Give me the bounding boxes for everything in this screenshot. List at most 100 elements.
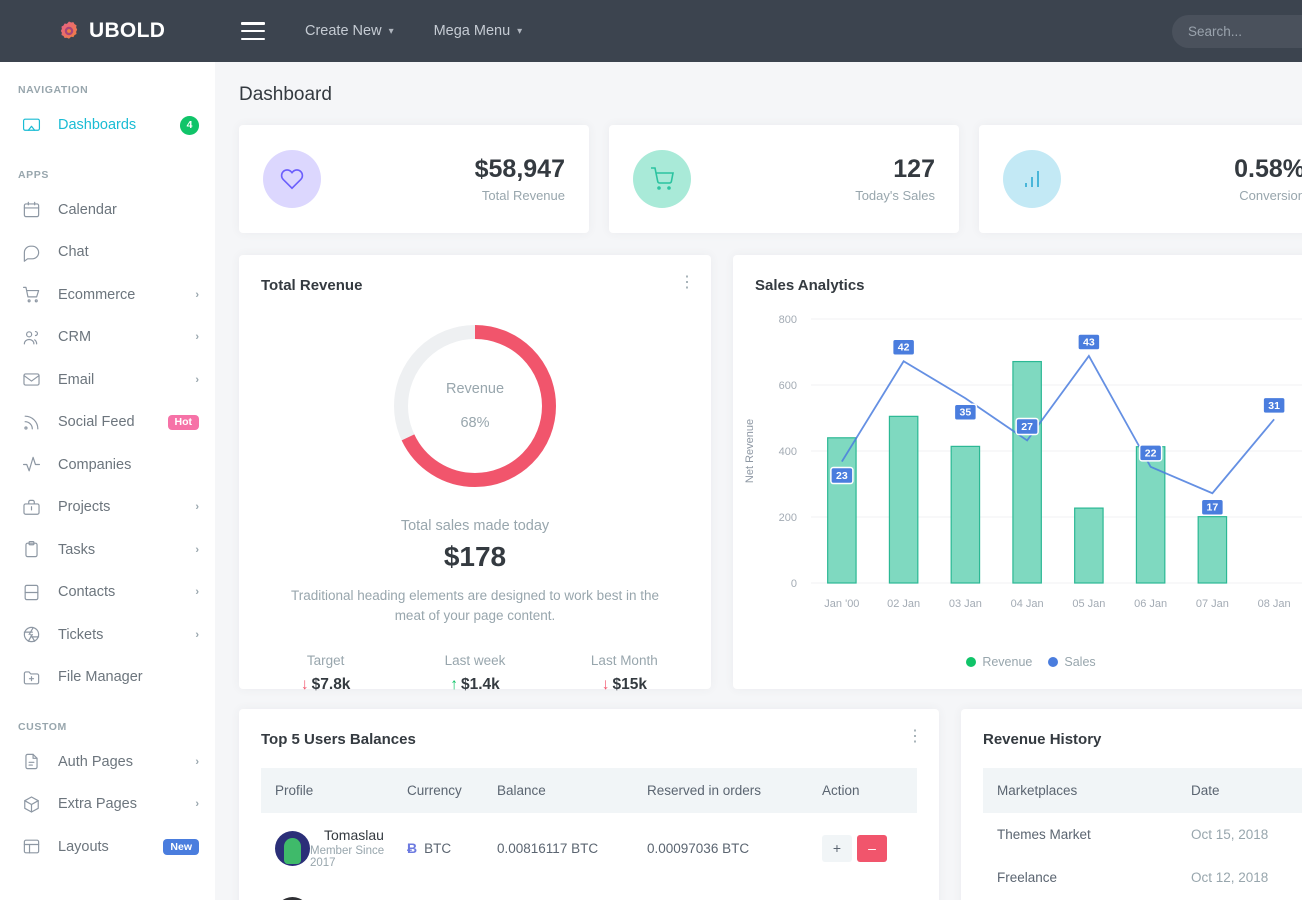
sidebar-item-label: Companies (58, 457, 199, 473)
stat-label: Last Month (550, 653, 699, 668)
sidebar-item-tickets[interactable]: Tickets› (0, 614, 215, 657)
revenue-stat-last-week: Last week ↑$1.4k (400, 653, 549, 694)
balance-value: 3.16117008 ETH (497, 883, 647, 900)
marketplace-name: Freelance (983, 856, 1177, 899)
chevron-right-icon: › (195, 331, 199, 343)
search-box[interactable] (1172, 15, 1302, 48)
stat-label: Today's Sales (855, 188, 935, 203)
sidebar-item-tasks[interactable]: Tasks› (0, 529, 215, 572)
chevron-down-icon: ▾ (517, 26, 522, 37)
topnav-mega-menu-label: Mega Menu (434, 23, 511, 39)
svg-text:0: 0 (791, 578, 797, 590)
card-menu-icon[interactable]: ⋮ (907, 731, 919, 742)
svg-text:27: 27 (1021, 421, 1033, 433)
sidebar-item-calendar[interactable]: Calendar (0, 189, 215, 232)
sales-subtitle: Total sales made today (239, 518, 711, 534)
card-title: Top 5 Users Balances (239, 709, 939, 748)
topnav-mega-menu[interactable]: Mega Menu ▾ (434, 23, 523, 39)
menu-toggle-icon[interactable] (241, 22, 265, 40)
svg-text:Net Revenue: Net Revenue (744, 419, 756, 483)
cart-icon (633, 150, 691, 208)
arrow-up-icon: ↑ (450, 676, 458, 693)
sidebar-section-title: APPS (0, 147, 215, 189)
svg-text:Jan '00: Jan '00 (824, 598, 859, 610)
stat-value: 0.58% (1234, 155, 1302, 184)
stat-card-todays-sales: 127 Today's Sales (609, 125, 959, 233)
sidebar-item-companies[interactable]: Companies (0, 444, 215, 487)
sidebar-item-projects[interactable]: Projects› (0, 486, 215, 529)
legend-item-revenue[interactable]: Revenue (966, 655, 1032, 669)
reserved-value: 1.70360009 ETH (647, 883, 822, 900)
package-icon (22, 795, 41, 814)
page-title: Dashboard (215, 62, 1302, 106)
chevron-right-icon: › (195, 756, 199, 768)
remove-button[interactable]: – (857, 835, 887, 862)
user-name: Tomaslau (324, 827, 384, 843)
chevron-down-icon: ▾ (389, 26, 394, 37)
sidebar-item-label: Projects (58, 499, 195, 515)
clipboard-icon (22, 540, 41, 559)
sidebar-item-dashboards[interactable]: Dashboards4 (0, 104, 215, 147)
svg-text:43: 43 (1083, 336, 1095, 348)
sidebar-item-layouts[interactable]: LayoutsNew (0, 826, 215, 869)
topnav-create-new[interactable]: Create New ▾ (305, 23, 394, 39)
currency-symbol-icon: Ƀ (407, 840, 417, 856)
sales-amount: $178 (239, 541, 711, 573)
legend-item-sales[interactable]: Sales (1048, 655, 1095, 669)
book-icon (22, 583, 41, 602)
sales-analytics-card: Sales Analytics 0200400600800Net Revenue… (733, 255, 1302, 689)
briefcase-icon (22, 498, 41, 517)
brand-name: UBOLD (89, 19, 165, 43)
table-row: Themes MarketOct 15, 2018 (983, 813, 1302, 856)
cart-icon (22, 285, 41, 304)
chevron-right-icon: › (195, 629, 199, 641)
dashboard-icon (22, 116, 41, 135)
mail-icon (22, 370, 41, 389)
sales-analytics-chart: 0200400600800Net RevenueJan '0002 Jan03 … (733, 301, 1302, 641)
stat-label: Conversion (1234, 188, 1302, 203)
column-header: Reserved in orders (647, 768, 822, 813)
card-title: Sales Analytics (733, 255, 1302, 294)
arrow-down-icon: ↓ (301, 676, 309, 693)
sidebar-item-extra-pages[interactable]: Extra Pages› (0, 783, 215, 826)
sidebar-item-chat[interactable]: Chat (0, 231, 215, 274)
sidebar-item-social-feed[interactable]: Social FeedHot (0, 401, 215, 444)
sidebar-navigation: NAVIGATIONDashboards4APPSCalendarChatEco… (0, 62, 215, 900)
avatar (275, 831, 310, 866)
top-users-balances-card: Top 5 Users Balances ⋮ ProfileCurrencyBa… (239, 709, 939, 900)
svg-text:31: 31 (1268, 400, 1280, 412)
reserved-value: 0.00097036 BTC (647, 813, 822, 883)
legend-label: Sales (1064, 655, 1095, 669)
sidebar-item-contacts[interactable]: Contacts› (0, 571, 215, 614)
top-navigation-bar: UBOLD Create New ▾ Mega Menu ▾ (0, 0, 1302, 62)
card-menu-icon[interactable]: ⋮ (679, 277, 691, 288)
legend-color-swatch (1048, 657, 1058, 667)
arrow-down-icon: ↓ (602, 676, 610, 693)
svg-text:05 Jan: 05 Jan (1072, 598, 1105, 610)
stat-value: ↓$15k (550, 676, 699, 694)
users-balances-table: ProfileCurrencyBalanceReserved in orders… (261, 768, 917, 900)
stat-card-conversion: 0.58% Conversion (979, 125, 1302, 233)
search-input[interactable] (1188, 24, 1302, 39)
donut-percent: 68% (460, 415, 489, 431)
revenue-history-table: MarketplacesDate Themes MarketOct 15, 20… (983, 768, 1302, 899)
sidebar-item-auth-pages[interactable]: Auth Pages› (0, 741, 215, 784)
sidebar-item-ecommerce[interactable]: Ecommerce› (0, 274, 215, 317)
brand-logo[interactable]: UBOLD (0, 0, 215, 62)
svg-text:04 Jan: 04 Jan (1011, 598, 1044, 610)
sidebar-section-title: NAVIGATION (0, 62, 215, 104)
add-button[interactable]: + (822, 835, 852, 862)
svg-text:200: 200 (779, 512, 797, 524)
column-header: Profile (261, 768, 407, 813)
sidebar-item-label: Ecommerce (58, 287, 195, 303)
main-content: Dashboard $58,947 Total Revenue 127 Toda… (215, 62, 1302, 900)
sidebar-item-email[interactable]: Email› (0, 359, 215, 402)
svg-text:600: 600 (779, 380, 797, 392)
svg-text:02 Jan: 02 Jan (887, 598, 920, 610)
sidebar-item-file-manager[interactable]: File Manager (0, 656, 215, 699)
stat-card-total-revenue: $58,947 Total Revenue (239, 125, 589, 233)
marketplace-name: Themes Market (983, 813, 1177, 856)
chevron-right-icon: › (195, 289, 199, 301)
sidebar-item-crm[interactable]: CRM› (0, 316, 215, 359)
svg-text:08 Jan: 08 Jan (1258, 598, 1291, 610)
